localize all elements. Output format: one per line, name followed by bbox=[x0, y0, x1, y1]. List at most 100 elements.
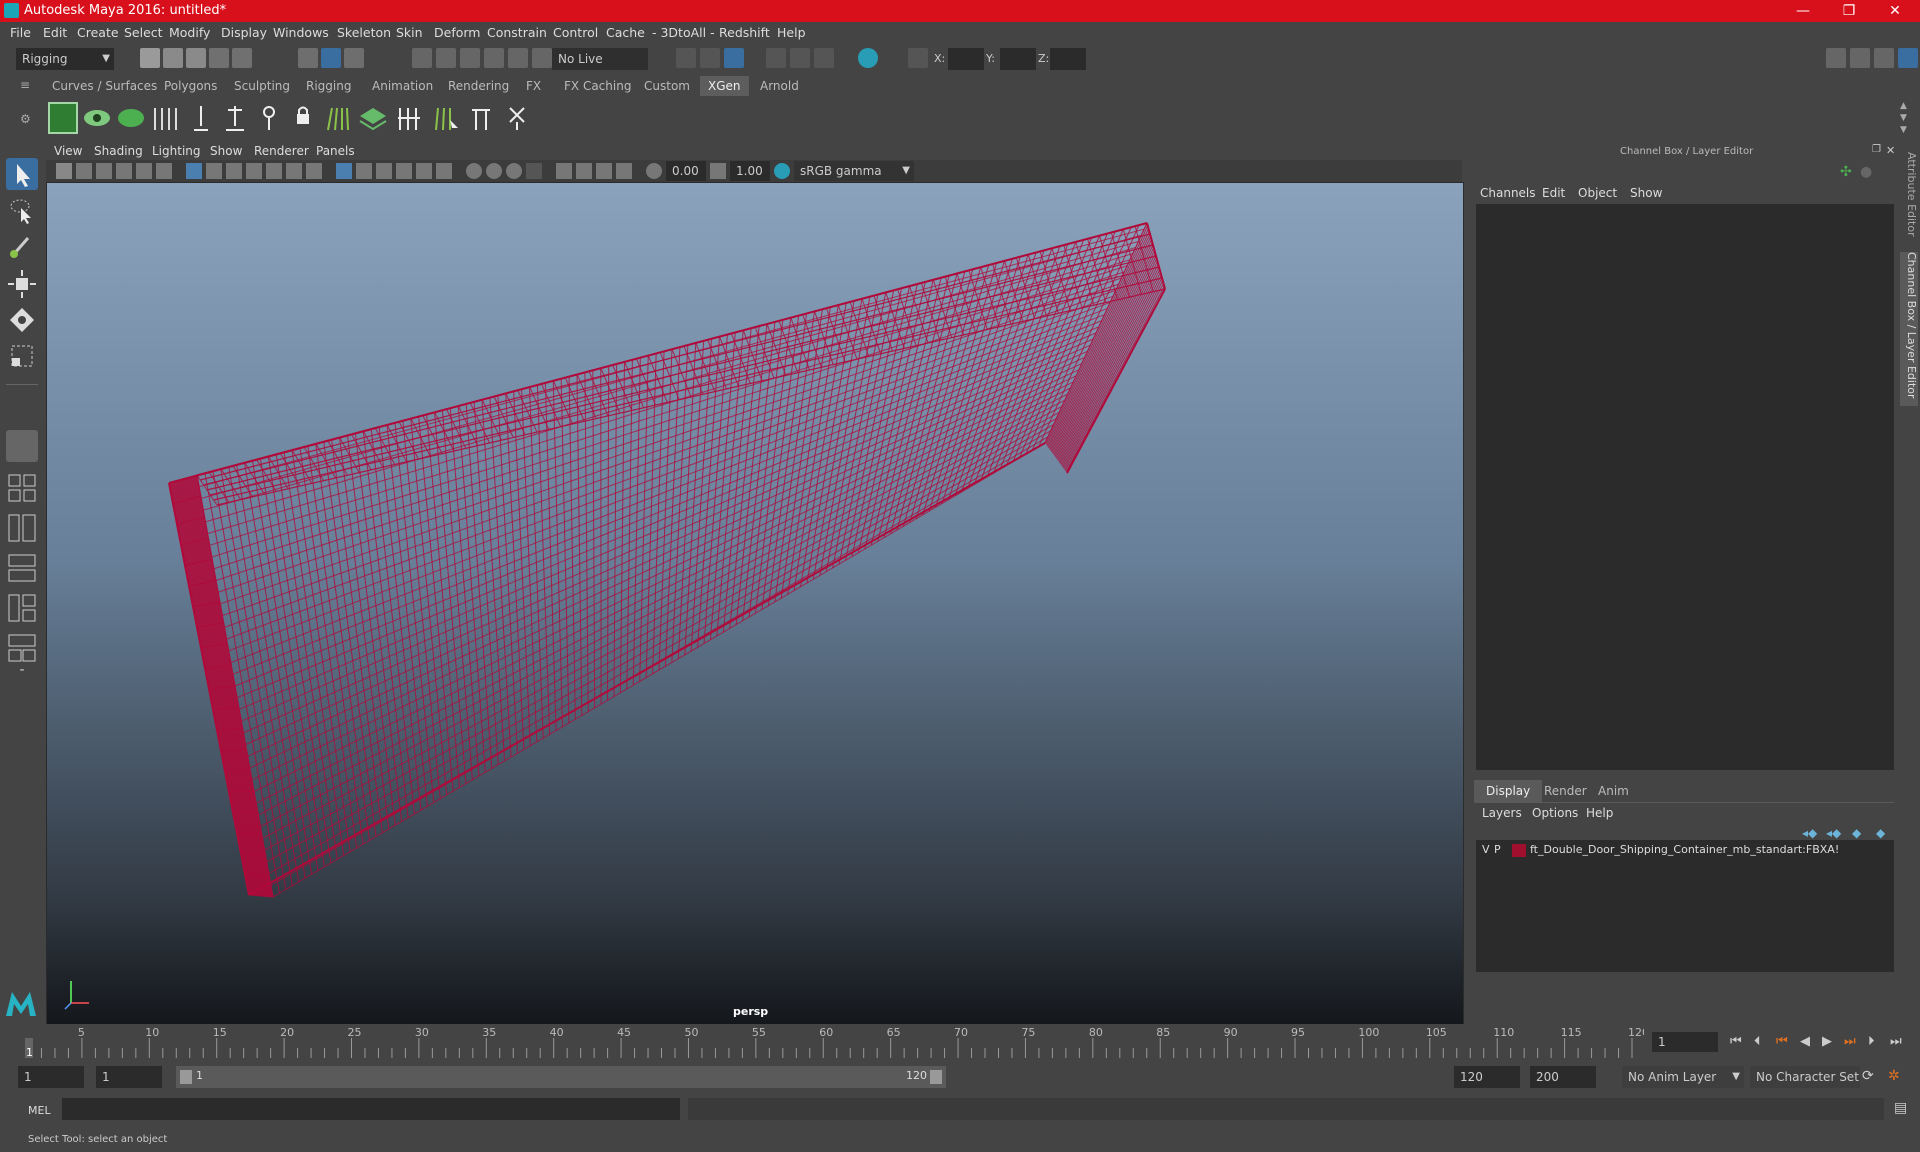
menu-modify[interactable]: Modify bbox=[169, 25, 210, 40]
close-panel-icon[interactable]: ✕ bbox=[1886, 144, 1895, 157]
xgen-sculpt-guide-icon[interactable] bbox=[254, 102, 284, 134]
transform-gizmo-icon[interactable]: ✣ bbox=[1840, 164, 1852, 180]
cb-menu-object[interactable]: Object bbox=[1578, 186, 1617, 200]
new-scene-icon[interactable] bbox=[140, 48, 160, 68]
select-tool-icon[interactable] bbox=[6, 158, 38, 190]
menu-help[interactable]: Help bbox=[777, 25, 806, 40]
modeling-toolkit-icon[interactable] bbox=[1826, 48, 1846, 68]
wireframe-icon[interactable] bbox=[336, 163, 352, 179]
render-layout-icon[interactable] bbox=[6, 632, 38, 664]
camera-attributes-icon[interactable] bbox=[76, 163, 92, 179]
custom-layout-icon[interactable]: - bbox=[6, 662, 38, 682]
xray-icon[interactable] bbox=[576, 163, 592, 179]
single-perspective-layout-icon[interactable] bbox=[6, 430, 38, 462]
shelf-tab-custom[interactable]: Custom bbox=[636, 76, 698, 96]
shelf-tab-xgen[interactable]: XGen bbox=[700, 76, 749, 96]
render-settings-icon[interactable] bbox=[766, 48, 786, 68]
rotate-tool-icon[interactable] bbox=[6, 304, 38, 336]
arnold-render-icon[interactable] bbox=[858, 48, 878, 68]
ipr-render-icon[interactable] bbox=[724, 48, 744, 68]
xgen-lock-guide-icon[interactable] bbox=[288, 102, 318, 134]
graph-layout-icon[interactable] bbox=[6, 552, 38, 584]
xgen-editor-icon[interactable] bbox=[48, 102, 78, 134]
shelf-tab-fx[interactable]: FX bbox=[518, 76, 549, 96]
transform-mode-icon[interactable] bbox=[908, 48, 928, 68]
history-icon[interactable] bbox=[532, 48, 552, 68]
anim-start-input[interactable]: 1 bbox=[18, 1066, 84, 1088]
textured-icon[interactable] bbox=[396, 163, 412, 179]
character-set-select[interactable]: No Character Set bbox=[1750, 1066, 1860, 1088]
render-region-icon[interactable] bbox=[676, 48, 696, 68]
shelf-tab-sculpting[interactable]: Sculpting bbox=[226, 76, 298, 96]
go-to-end-icon[interactable]: ⏭ bbox=[1890, 1034, 1902, 1049]
use-all-lights-icon[interactable] bbox=[416, 163, 432, 179]
xray-components-icon[interactable] bbox=[616, 163, 632, 179]
x-input[interactable] bbox=[948, 48, 984, 70]
layer-menu-layers[interactable]: Layers bbox=[1482, 806, 1522, 820]
wireframe-on-shaded-icon[interactable] bbox=[376, 163, 392, 179]
anti-aliasing-icon[interactable] bbox=[506, 163, 522, 179]
menu-create[interactable]: Create bbox=[77, 25, 119, 40]
film-gate-icon[interactable] bbox=[206, 163, 222, 179]
shelf-tab-arnold[interactable]: Arnold bbox=[752, 76, 807, 96]
play-backwards-icon[interactable]: ◀ bbox=[1800, 1034, 1810, 1049]
menu-3dtoall[interactable]: - 3DtoAll - bbox=[652, 25, 715, 40]
menu-control[interactable]: Control bbox=[553, 25, 598, 40]
anim-layer-select[interactable]: No Anim Layer ▼ bbox=[1622, 1066, 1744, 1088]
xray-joints-icon[interactable] bbox=[596, 163, 612, 179]
shelf-tab-rigging[interactable]: Rigging bbox=[298, 76, 359, 96]
layer-menu-help[interactable]: Help bbox=[1586, 806, 1613, 820]
layer-color-swatch[interactable] bbox=[1512, 844, 1526, 857]
vp-menu-shading[interactable]: Shading bbox=[94, 144, 143, 158]
safe-title-icon[interactable] bbox=[306, 163, 322, 179]
channel-options-icon[interactable]: ● bbox=[1860, 164, 1872, 180]
vp-menu-view[interactable]: View bbox=[54, 144, 82, 158]
undo-icon[interactable] bbox=[209, 48, 229, 68]
minimize-button[interactable]: — bbox=[1780, 0, 1826, 22]
lasso-tool-icon[interactable] bbox=[6, 194, 38, 226]
shelf-tab-polygons[interactable]: Polygons bbox=[156, 76, 225, 96]
shelf-menu-icon[interactable]: ≡ bbox=[20, 78, 30, 92]
xgen-grass-icon[interactable] bbox=[116, 102, 146, 134]
gate-mask-icon[interactable] bbox=[246, 163, 262, 179]
paint-select-tool-icon[interactable] bbox=[6, 230, 38, 262]
hypershade-layout-icon[interactable] bbox=[6, 592, 38, 624]
range-end-handle[interactable] bbox=[930, 1070, 942, 1084]
tool-settings-icon[interactable] bbox=[1874, 48, 1894, 68]
grease-pencil-icon[interactable] bbox=[156, 163, 172, 179]
menu-skeleton[interactable]: Skeleton bbox=[337, 25, 391, 40]
play-forwards-icon[interactable]: ▶ bbox=[1822, 1034, 1832, 1049]
vp-menu-panels[interactable]: Panels bbox=[316, 144, 355, 158]
exposure-input[interactable]: 0.00 bbox=[666, 161, 706, 181]
layer-row[interactable]: V P ft_Double_Door_Shipping_Container_mb… bbox=[1478, 840, 1894, 862]
perspective-viewport[interactable]: persp bbox=[46, 182, 1464, 1025]
xgen-place-guide-icon[interactable] bbox=[186, 102, 216, 134]
menu-cache[interactable]: Cache bbox=[606, 25, 645, 40]
range-start-handle[interactable] bbox=[180, 1070, 192, 1084]
snap-surface-icon[interactable] bbox=[508, 48, 528, 68]
smooth-shade-icon[interactable] bbox=[356, 163, 372, 179]
open-scene-icon[interactable] bbox=[163, 48, 183, 68]
gamma-icon[interactable] bbox=[710, 163, 726, 179]
playback-start-input[interactable]: 1 bbox=[96, 1066, 162, 1088]
xgen-delete-guide-icon[interactable] bbox=[502, 102, 532, 134]
render-frame-icon[interactable] bbox=[700, 48, 720, 68]
exposure-icon[interactable] bbox=[646, 163, 662, 179]
snap-grid-icon[interactable] bbox=[412, 48, 432, 68]
shelf-scroll-icon[interactable]: ▲ ▼ ▼ bbox=[1900, 100, 1912, 136]
animation-preferences-icon[interactable]: ✲ bbox=[1888, 1068, 1900, 1084]
snap-point-icon[interactable] bbox=[460, 48, 480, 68]
xgen-groom-icon[interactable] bbox=[322, 102, 352, 134]
auto-key-icon[interactable]: ⟳ bbox=[1862, 1068, 1874, 1084]
ambient-occlusion-icon[interactable] bbox=[466, 163, 482, 179]
xgen-cut-guide-icon[interactable] bbox=[466, 102, 496, 134]
menu-windows[interactable]: Windows bbox=[273, 25, 329, 40]
step-forward-key-icon[interactable]: ⏭ bbox=[1844, 1034, 1856, 1049]
cb-menu-channels[interactable]: Channels bbox=[1480, 186, 1536, 200]
attribute-editor-toggle-icon[interactable] bbox=[1850, 48, 1870, 68]
close-button[interactable]: ✕ bbox=[1872, 0, 1918, 22]
script-editor-icon[interactable]: ▤ bbox=[1894, 1100, 1907, 1116]
command-input[interactable] bbox=[62, 1098, 680, 1120]
z-input[interactable] bbox=[1050, 48, 1086, 70]
anim-end-input[interactable]: 200 bbox=[1530, 1066, 1596, 1088]
